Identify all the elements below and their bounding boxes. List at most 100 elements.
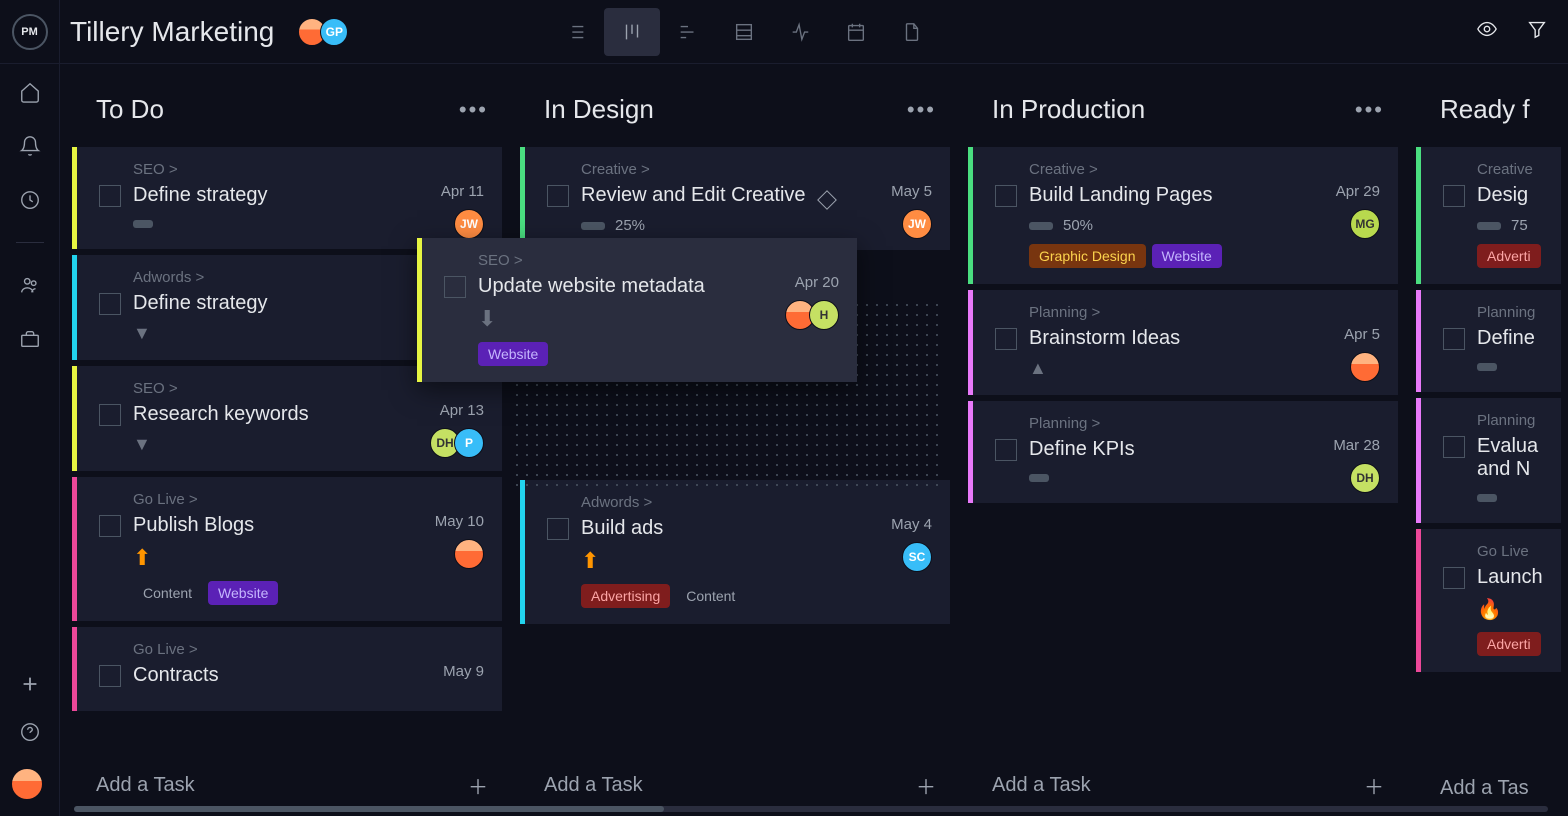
task-date: Apr 5 [1344, 326, 1380, 343]
assignee-avatar[interactable]: SC [902, 542, 932, 572]
assignee-avatar[interactable]: H [809, 300, 839, 330]
home-icon[interactable] [18, 80, 42, 104]
topbar: Tillery Marketing GP [0, 0, 1568, 64]
task-card[interactable]: SEO >Define strategyApr 11JW [72, 147, 502, 249]
milestone-icon [817, 190, 837, 210]
task-card[interactable]: PlanningDefine [1416, 290, 1561, 392]
assignee-avatar[interactable] [1350, 352, 1380, 382]
task-checkbox[interactable] [995, 185, 1017, 207]
column-menu-icon[interactable]: ••• [459, 97, 488, 123]
assignee-avatar[interactable]: MG [1350, 209, 1380, 239]
time-icon[interactable] [18, 188, 42, 212]
assignee-avatar[interactable] [454, 539, 484, 569]
task-checkbox[interactable] [1443, 328, 1465, 350]
project-members[interactable]: GP [298, 18, 348, 46]
task-checkbox[interactable] [995, 439, 1017, 461]
member-avatar[interactable]: GP [320, 18, 348, 46]
task-card[interactable]: Go Live >Publish BlogsMay 10⬆ContentWebs… [72, 477, 502, 621]
progress-text: 25% [615, 217, 645, 234]
task-checkbox[interactable] [1443, 567, 1465, 589]
priority-high-icon: ⬆ [133, 545, 484, 571]
task-date: Mar 28 [1333, 437, 1380, 454]
task-category: Planning > [1029, 415, 1380, 432]
app-logo[interactable]: PM [12, 14, 48, 50]
task-title: Evalua and N [1477, 435, 1543, 481]
task-tags: AdvertisingContent [581, 584, 932, 608]
priority-low-icon [133, 220, 153, 228]
add-icon[interactable] [18, 672, 42, 696]
calendar-view-icon[interactable] [828, 8, 884, 56]
task-checkbox[interactable] [99, 404, 121, 426]
assignee-avatar[interactable]: DH [1350, 463, 1380, 493]
gantt-view-icon[interactable] [660, 8, 716, 56]
dragging-card[interactable]: SEO > Update website metadata ⬇ Apr 20 H… [417, 238, 857, 382]
task-checkbox[interactable] [1443, 185, 1465, 207]
list-view-icon[interactable] [548, 8, 604, 56]
assignee-avatar[interactable]: JW [454, 209, 484, 239]
task-assignees [1350, 352, 1380, 382]
task-card[interactable]: Planning >Define KPIsMar 28DH [968, 401, 1398, 503]
task-card[interactable]: Adwords >Build adsMay 4⬆SCAdvertisingCon… [520, 480, 950, 624]
plus-icon: ＋ [468, 771, 488, 800]
notifications-icon[interactable] [18, 134, 42, 158]
file-view-icon[interactable] [884, 8, 940, 56]
task-tags: Adverti [1477, 632, 1543, 656]
board-view-icon[interactable] [604, 8, 660, 56]
task-category: Go Live > [133, 491, 484, 508]
task-title: Build ads [581, 517, 663, 540]
topbar-right [1476, 18, 1548, 45]
task-checkbox[interactable] [99, 293, 121, 315]
table-view-icon[interactable] [716, 8, 772, 56]
plus-icon: ＋ [1364, 771, 1384, 800]
progress-bar [1477, 222, 1501, 230]
task-title: Define [1477, 327, 1535, 350]
task-checkbox[interactable] [995, 328, 1017, 350]
task-checkbox[interactable] [1443, 436, 1465, 458]
user-avatar[interactable] [11, 768, 43, 800]
horizontal-scrollbar[interactable] [74, 806, 1548, 812]
task-card[interactable]: Planning Evalua and N [1416, 398, 1561, 523]
task-card[interactable]: Go LiveLaunch🔥Adverti [1416, 529, 1561, 672]
help-icon[interactable] [18, 720, 42, 744]
activity-view-icon[interactable] [772, 8, 828, 56]
briefcase-icon[interactable] [18, 327, 42, 351]
task-category: Creative > [581, 161, 932, 178]
task-category: Adwords > [581, 494, 932, 511]
task-category: Planning [1477, 412, 1543, 429]
filter-icon[interactable] [1526, 18, 1548, 45]
task-title: Desig [1477, 184, 1528, 207]
visibility-icon[interactable] [1476, 18, 1498, 45]
assignee-avatar[interactable]: JW [902, 209, 932, 239]
task-assignees: DHP [430, 428, 484, 458]
task-card[interactable]: Creative >Review and Edit CreativeMay 52… [520, 147, 950, 250]
task-checkbox[interactable] [99, 665, 121, 687]
task-date: Apr 29 [1336, 183, 1380, 200]
progress-text: 75 [1511, 217, 1528, 234]
task-card[interactable]: CreativeDesig75Adverti [1416, 147, 1561, 284]
task-checkbox[interactable] [547, 185, 569, 207]
task-category: Planning > [1029, 304, 1380, 321]
task-title: Review and Edit Creative [581, 184, 806, 207]
rail-divider [16, 242, 44, 243]
assignee-avatar[interactable]: P [454, 428, 484, 458]
task-checkbox[interactable] [444, 276, 466, 298]
task-tag: Adverti [1477, 244, 1541, 268]
progress-bar [1029, 222, 1053, 230]
task-checkbox[interactable] [99, 185, 121, 207]
task-tags: ContentWebsite [133, 581, 484, 605]
task-title: Define strategy [133, 184, 268, 207]
task-card[interactable]: Creative >Build Landing PagesApr 2950%MG… [968, 147, 1398, 284]
column-title: To Do [96, 94, 164, 125]
task-date: May 4 [891, 516, 932, 533]
column-menu-icon[interactable]: ••• [1355, 97, 1384, 123]
task-checkbox[interactable] [547, 518, 569, 540]
task-checkbox[interactable] [99, 515, 121, 537]
column-menu-icon[interactable]: ••• [907, 97, 936, 123]
task-category: Go Live [1477, 543, 1543, 560]
task-card[interactable]: Planning >Brainstorm IdeasApr 5▲ [968, 290, 1398, 395]
task-tag: Website [208, 581, 278, 605]
task-card[interactable]: Go Live >ContractsMay 9 [72, 627, 502, 711]
task-category: Go Live > [133, 641, 484, 658]
task-assignees: JW [454, 209, 484, 239]
people-icon[interactable] [18, 273, 42, 297]
